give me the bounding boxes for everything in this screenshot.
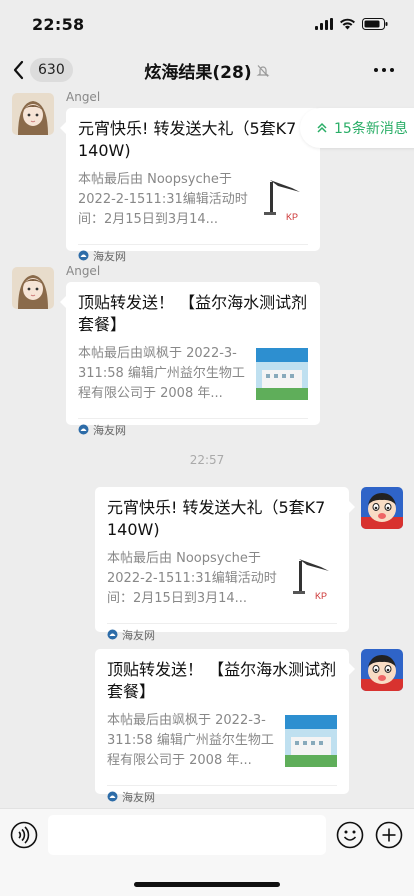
more-options-icon[interactable] <box>372 58 396 82</box>
link-card[interactable]: 元宵快乐! 转发送大礼（5套K7 140W) 本帖最后由 Noopsyche于 … <box>95 487 355 642</box>
card-description: 本帖最后由 Noopsyche于 2022-2-1511:31编辑活动时间：2月… <box>107 551 277 606</box>
card-source: 海友网 <box>122 628 155 642</box>
avatar[interactable] <box>361 649 403 691</box>
svg-text:KP: KP <box>315 591 327 601</box>
cartoon-boy-avatar-icon <box>361 487 403 529</box>
card-title: 元宵快乐! 转发送大礼（5套K7 140W) <box>107 498 326 539</box>
aquarium-light-thumbnail: KP <box>256 174 308 226</box>
message-input[interactable] <box>48 815 326 855</box>
new-messages-label: 15条新消息 <box>334 121 408 137</box>
plus-icon[interactable] <box>375 821 403 849</box>
double-chevron-up-icon <box>317 122 327 133</box>
svg-text:KP: KP <box>286 212 298 222</box>
wifi-icon <box>340 18 355 30</box>
card-source: 海友网 <box>93 249 126 263</box>
battery-icon <box>362 18 388 30</box>
card-title: 顶贴转发送！ 【益尔海水测试剂套餐】 <box>107 660 337 701</box>
mute-bell-icon <box>256 64 270 77</box>
factory-building-thumbnail <box>256 348 308 400</box>
avatar[interactable] <box>12 93 54 135</box>
link-card[interactable]: 顶贴转发送！ 【益尔海水测试剂套餐】 本帖最后由飒枫于 2022-3-311:5… <box>60 282 320 437</box>
cartoon-boy-avatar-icon <box>361 649 403 691</box>
nav-bar: 630 炫海结果(28) <box>0 48 414 92</box>
sender-name: Angel <box>66 90 101 104</box>
message-timestamp: 22:57 <box>189 453 225 467</box>
home-indicator <box>134 882 280 887</box>
card-source: 海友网 <box>122 790 155 804</box>
card-title: 元宵快乐! 转发送大礼（5套K7 140W) <box>78 119 297 160</box>
source-logo-icon <box>107 791 118 802</box>
card-description: 本帖最后由飒枫于 2022-3-311:58 编辑广州益尔生物工程有限公司于 2… <box>78 346 245 401</box>
link-card[interactable]: 顶贴转发送！ 【益尔海水测试剂套餐】 本帖最后由飒枫于 2022-3-311:5… <box>95 649 355 804</box>
source-logo-icon <box>78 250 89 261</box>
girl-avatar-icon <box>12 93 54 135</box>
status-icons <box>315 18 388 30</box>
voice-input-icon[interactable] <box>10 821 38 849</box>
source-logo-icon <box>107 629 118 640</box>
aquarium-light-thumbnail: KP <box>285 553 337 605</box>
avatar[interactable] <box>361 487 403 529</box>
signal-icon <box>315 18 333 30</box>
sender-name: Angel <box>66 264 101 278</box>
emoji-icon[interactable] <box>336 821 364 849</box>
avatar[interactable] <box>12 267 54 309</box>
chat-title: 炫海结果(28) <box>144 63 252 83</box>
card-source: 海友网 <box>93 423 126 437</box>
factory-building-thumbnail <box>285 715 337 767</box>
girl-avatar-icon <box>12 267 54 309</box>
status-time: 22:58 <box>32 14 85 34</box>
card-description: 本帖最后由飒枫于 2022-3-311:58 编辑广州益尔生物工程有限公司于 2… <box>107 713 274 768</box>
link-card[interactable]: 元宵快乐! 转发送大礼（5套K7 140W) 本帖最后由 Noopsyche于 … <box>60 108 320 263</box>
new-messages-button[interactable]: 15条新消息 <box>300 108 414 148</box>
card-description: 本帖最后由 Noopsyche于 2022-2-1511:31编辑活动时间：2月… <box>78 172 248 227</box>
status-bar: 22:58 <box>0 0 414 48</box>
source-logo-icon <box>78 424 89 435</box>
card-title: 顶贴转发送！ 【益尔海水测试剂套餐】 <box>78 293 308 334</box>
